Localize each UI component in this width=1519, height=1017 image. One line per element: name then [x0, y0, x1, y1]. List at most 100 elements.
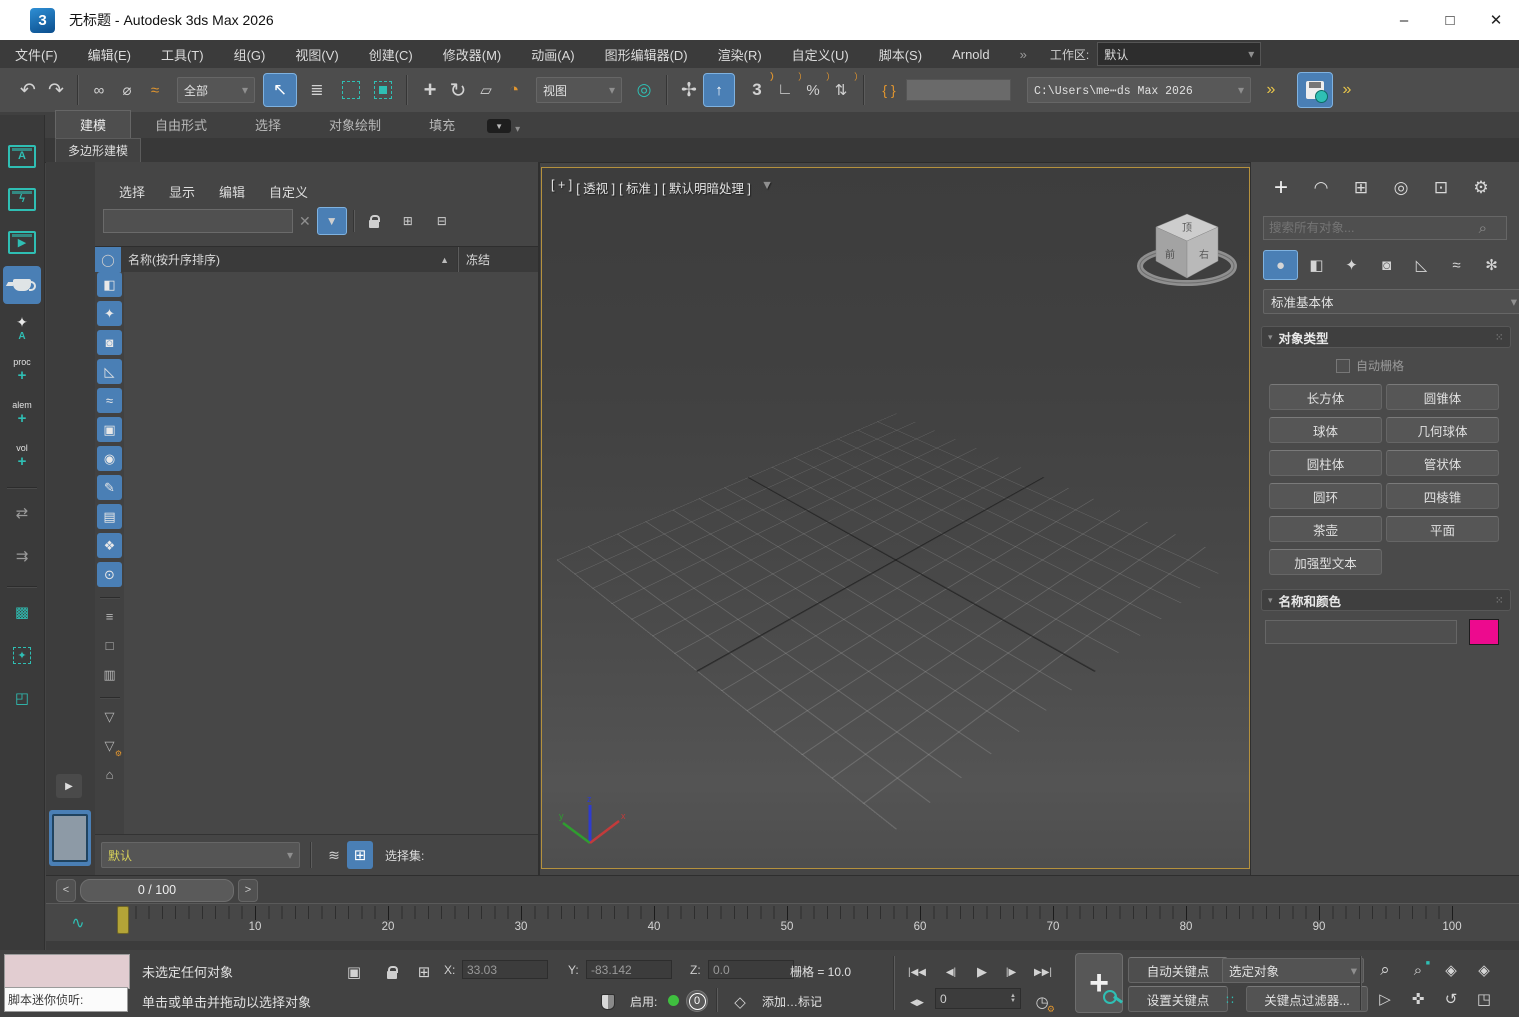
tab-create[interactable]: + — [1261, 172, 1301, 204]
create-box-button[interactable]: 长方体 — [1269, 384, 1382, 410]
explorer-search-input[interactable] — [103, 209, 293, 233]
select-object-button[interactable]: ↖ — [263, 73, 297, 107]
alem-add-icon[interactable]: alem + — [3, 395, 41, 433]
render-preview-icon[interactable] — [3, 266, 41, 304]
menu-tools[interactable]: 工具(T) — [146, 40, 219, 68]
filter-groups-icon[interactable]: ▣ — [97, 417, 122, 442]
filter-helpers-icon[interactable]: ◺ — [97, 359, 122, 384]
select-and-manipulate-icon[interactable]: ✢ — [675, 76, 703, 104]
angle-snap-icon[interactable]: ∟ — [771, 76, 799, 104]
category-space-warps-icon[interactable]: ≈ — [1440, 251, 1473, 279]
filter-config-icon[interactable]: ▽⚙ — [97, 733, 122, 758]
ribbon-tab-selection[interactable]: 选择 — [231, 111, 305, 138]
explorer-list-body[interactable] — [124, 272, 538, 837]
menu-graph-editors[interactable]: 图形编辑器(D) — [590, 40, 703, 68]
sync-selection-icon[interactable]: ⊟ — [428, 208, 456, 234]
lock-explorer-icon[interactable] — [360, 208, 388, 234]
degradation-shield-icon[interactable] — [595, 988, 621, 1016]
expand-tree-icon[interactable]: ⊞ — [394, 208, 422, 234]
explorer-menu-customize[interactable]: 自定义 — [257, 176, 320, 206]
close-button[interactable]: ✕ — [1473, 1, 1519, 39]
object-name-input[interactable] — [1265, 620, 1457, 644]
menu-overflow-chevron[interactable]: » — [1005, 40, 1042, 68]
create-cylinder-button[interactable]: 圆柱体 — [1269, 450, 1382, 476]
rectangular-selection-region-icon[interactable] — [337, 76, 365, 104]
z-coordinate-field[interactable] — [708, 960, 794, 979]
proc-add-icon[interactable]: proc + — [3, 352, 41, 390]
undo-icon[interactable]: ↶ — [14, 76, 42, 104]
frame-spinner-icon[interactable]: ▲▼ — [1010, 994, 1016, 1004]
ribbon-tab-freeform[interactable]: 自由形式 — [131, 111, 231, 138]
category-lights-icon[interactable]: ✦ — [1335, 251, 1368, 279]
asset-library-icon[interactable]: A — [3, 137, 41, 175]
create-plane-button[interactable]: 平面 — [1386, 516, 1499, 542]
viewcube[interactable]: 顶 前 右 — [1132, 198, 1242, 303]
create-pyramid-button[interactable]: 四棱锥 — [1386, 483, 1499, 509]
menu-arnold[interactable]: Arnold — [937, 40, 1005, 68]
ribbon-minimize-icon[interactable]: ▼ — [487, 119, 511, 133]
category-shapes-icon[interactable]: ◧ — [1300, 251, 1333, 279]
filter-bones-icon[interactable]: ✎ — [97, 475, 122, 500]
collection-icon[interactable]: ⌂ — [97, 762, 122, 787]
display-column-icon[interactable]: ◯ — [95, 247, 121, 272]
render-overflow-chevron[interactable]: » — [1333, 76, 1361, 104]
previous-frame-icon[interactable]: ◀| — [937, 958, 965, 986]
category-cameras-icon[interactable]: ◙ — [1370, 251, 1403, 279]
rollout-object-type[interactable]: ▾ 对象类型 ⁙ — [1261, 326, 1511, 348]
view-blank-icon[interactable]: □ — [97, 633, 122, 658]
maximize-viewport-icon[interactable]: ◳ — [1469, 986, 1499, 1012]
reference-coordinate-dropdown[interactable]: 视图 ▾ — [536, 77, 622, 103]
light-set-icon[interactable]: ✦ — [3, 636, 41, 674]
ribbon-tab-modeling[interactable]: 建模 — [55, 110, 131, 138]
project-folder-dropdown[interactable]: C:\Users\me⋯ds Max 2026 ▾ — [1027, 77, 1251, 103]
bind-space-warp-icon[interactable]: ≈ — [141, 76, 169, 104]
create-geosphere-button[interactable]: 几何球体 — [1386, 417, 1499, 443]
tab-modify[interactable]: ◠ — [1301, 172, 1341, 204]
selection-lock-icon[interactable] — [378, 958, 406, 986]
workspace-dropdown[interactable]: 默认 ▾ — [1097, 42, 1261, 66]
filter-shapes-icon[interactable]: ◧ — [97, 272, 122, 297]
select-and-scale-icon[interactable]: ▱ — [472, 76, 500, 104]
filter-rigs-icon[interactable]: ❖ — [97, 533, 122, 558]
frame-forward-button[interactable]: > — [238, 879, 258, 902]
ribbon-tab-object-paint[interactable]: 对象绘制 — [305, 111, 405, 138]
viewport-menu-shading[interactable]: [ 默认明暗处理 ] — [661, 178, 752, 197]
auto-key-button[interactable]: 自动关键点 — [1128, 957, 1228, 983]
menu-scripting[interactable]: 脚本(S) — [864, 40, 937, 68]
vol-add-icon[interactable]: vol + — [3, 438, 41, 476]
ribbon-panel-polygon-modeling[interactable]: 多边形建模 — [55, 138, 141, 163]
ribbon-tab-populate[interactable]: 填充 — [405, 111, 479, 138]
category-geometry-icon[interactable]: ● — [1263, 250, 1298, 280]
create-textplus-button[interactable]: 加强型文本 — [1269, 549, 1382, 575]
track-bar-ruler[interactable]: ∿ 0102030405060708090100 — [46, 903, 1519, 943]
filter-xrefs-icon[interactable]: ◉ — [97, 446, 122, 471]
create-tube-button[interactable]: 管状体 — [1386, 450, 1499, 476]
pick-filter-icon[interactable]: ▽ — [97, 704, 122, 729]
menu-animation[interactable]: 动画(A) — [516, 40, 589, 68]
menu-views[interactable]: 视图(V) — [280, 40, 353, 68]
layer-explorer-icon[interactable]: ≋ — [321, 841, 347, 869]
named-selection-input[interactable] — [906, 79, 1011, 101]
window-layout-icon[interactable]: ◰ — [3, 679, 41, 717]
next-frame-icon[interactable]: |▶ — [997, 958, 1025, 986]
menu-create[interactable]: 创建(C) — [354, 40, 428, 68]
time-configuration-icon[interactable]: ◷⚙ — [1028, 988, 1056, 1016]
key-filters-button[interactable]: 关键点过滤器... — [1246, 986, 1368, 1012]
unlink-icon[interactable]: ⌀ — [113, 76, 141, 104]
clear-search-icon[interactable]: ✕ — [299, 213, 311, 230]
create-cone-button[interactable]: 圆锥体 — [1386, 384, 1499, 410]
select-by-name-icon[interactable]: ≣ — [303, 76, 331, 104]
time-tag-cube-icon[interactable]: ◇ — [726, 988, 754, 1016]
frame-back-button[interactable]: < — [56, 879, 76, 902]
view-detail-icon[interactable]: ▥ — [97, 662, 122, 687]
zoom-icon[interactable]: ⌕ — [1370, 957, 1400, 983]
ruler-track[interactable]: 0102030405060708090100 — [122, 906, 1462, 940]
go-to-end-icon[interactable]: ▶▶| — [1029, 958, 1057, 986]
maxscript-listener-label[interactable]: 脚本迷你侦听: — [4, 987, 128, 1012]
y-coordinate-field[interactable] — [586, 960, 672, 979]
key-filter-scope-dropdown[interactable]: 选定对象 ▾ — [1222, 958, 1364, 983]
create-torus-button[interactable]: 圆环 — [1269, 483, 1382, 509]
key-filter-pose-icon[interactable]: ∷ — [1218, 986, 1242, 1014]
filter-space-warps-icon[interactable]: ≈ — [97, 388, 122, 413]
current-frame-field[interactable]: 0 ▲▼ — [935, 988, 1021, 1009]
